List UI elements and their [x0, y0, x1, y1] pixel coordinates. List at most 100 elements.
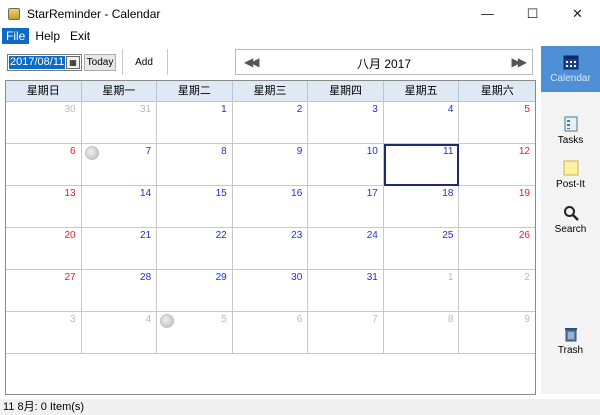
day-number: 21	[140, 230, 152, 241]
month-navigator: ◀◀ ▶▶ 八月 2017	[235, 49, 533, 75]
sidebar-item-label: Post-It	[556, 179, 585, 190]
calendar-day[interactable]: 29	[157, 270, 233, 312]
date-picker-input[interactable]: 2017/08/11 ▦	[7, 54, 82, 71]
sidebar-item-calendar[interactable]: Calendar	[541, 46, 600, 92]
day-number: 18	[442, 188, 454, 199]
calendar-day[interactable]: 21	[81, 228, 158, 270]
sidebar-item-search[interactable]: Search	[541, 197, 600, 243]
calendar-day[interactable]: 5	[459, 102, 535, 144]
calendar-day[interactable]: 17	[308, 186, 384, 228]
day-number: 3	[70, 314, 76, 325]
today-button[interactable]: Today	[84, 54, 116, 71]
calendar-day[interactable]: 5	[157, 312, 233, 354]
calendar-day[interactable]: 2	[459, 270, 535, 312]
day-number: 16	[291, 188, 303, 199]
day-number: 4	[145, 314, 152, 325]
calendar-day[interactable]: 30	[232, 270, 309, 312]
calendar-day[interactable]: 13	[6, 186, 82, 228]
weekday-label: 星期日	[6, 81, 82, 101]
calendar-day[interactable]: 9	[459, 312, 535, 354]
status-bar: 11 8月: 0 Item(s)	[0, 399, 600, 415]
calendar-day[interactable]: 31	[81, 102, 158, 144]
calendar-day[interactable]: 8	[383, 312, 460, 354]
day-number: 1	[447, 272, 454, 283]
tasks-icon	[564, 116, 577, 132]
calendar-day[interactable]: 19	[459, 186, 535, 228]
day-number: 7	[145, 146, 152, 157]
sidebar-item-tasks[interactable]: Tasks	[541, 108, 600, 154]
calendar-day[interactable]: 18	[383, 186, 460, 228]
calendar-day[interactable]: 8	[157, 144, 233, 186]
day-number: 10	[366, 146, 378, 157]
calendar-day[interactable]: 16	[232, 186, 309, 228]
weekday-label: 星期三	[233, 81, 309, 101]
day-number: 2	[524, 272, 530, 283]
calendar-day[interactable]: 7	[81, 144, 158, 186]
calendar-day[interactable]: 23	[232, 228, 309, 270]
day-number: 11	[443, 146, 454, 157]
maximize-button[interactable]: ☐	[510, 0, 555, 27]
day-number: 9	[524, 314, 530, 325]
day-number: 31	[366, 272, 378, 283]
calendar-day[interactable]: 14	[81, 186, 158, 228]
sidebar: Calendar Tasks Post-It Search Trash	[541, 46, 600, 394]
calendar-day[interactable]: 10	[308, 144, 384, 186]
menu-exit[interactable]: Exit	[66, 28, 94, 44]
calendar-day[interactable]: 15	[157, 186, 233, 228]
weekday-label: 星期六	[480, 85, 514, 97]
day-number: 25	[442, 230, 454, 241]
day-number: 7	[372, 314, 378, 325]
calendar-day[interactable]: 24	[308, 228, 384, 270]
calendar-day[interactable]: 4	[81, 312, 158, 354]
date-value[interactable]: 2017/08/11	[9, 56, 66, 69]
sidebar-item-post-it[interactable]: Post-It	[541, 152, 600, 198]
calendar-day[interactable]: 2	[232, 102, 309, 144]
minimize-button[interactable]: —	[465, 0, 510, 27]
sidebar-item-label: Tasks	[557, 135, 584, 146]
calendar-day[interactable]: 4	[383, 102, 460, 144]
calendar-day[interactable]: 20	[6, 228, 82, 270]
calendar-day[interactable]: 22	[157, 228, 233, 270]
day-number: 3	[372, 104, 378, 115]
weekday-label: 星期五	[384, 81, 460, 101]
day-number: 28	[140, 272, 152, 283]
calendar-day[interactable]: 7	[308, 312, 384, 354]
calendar-day[interactable]: 1	[383, 270, 460, 312]
calendar-day[interactable]: 12	[459, 144, 535, 186]
day-number: 31	[140, 104, 152, 115]
menu-file[interactable]: File	[2, 28, 30, 44]
add-button[interactable]: Add	[126, 54, 162, 71]
day-number: 8	[221, 146, 227, 157]
calendar-day[interactable]: 3	[6, 312, 82, 354]
calendar-day[interactable]: 26	[459, 228, 535, 270]
calendar-day[interactable]: 6	[6, 144, 82, 186]
day-number: 6	[70, 146, 76, 157]
weekday-header: 星期日 星期一 星期二 星期三 星期四 星期五 星期六	[6, 81, 535, 102]
sidebar-item-label: Calendar	[550, 73, 591, 84]
calendar-day[interactable]: 9	[232, 144, 309, 186]
sidebar-item-trash[interactable]: Trash	[541, 318, 600, 364]
weekday-label: 星期二	[157, 81, 233, 101]
day-number: 8	[447, 314, 454, 325]
calendar-dropdown-icon[interactable]: ▦	[66, 56, 80, 69]
day-number: 26	[518, 230, 530, 241]
day-number: 5	[221, 314, 227, 325]
title-bar: StarReminder - Calendar — ☐ ✕	[0, 0, 600, 27]
close-button[interactable]: ✕	[555, 0, 600, 27]
calendar-day[interactable]: 1	[157, 102, 233, 144]
calendar-day[interactable]: 27	[6, 270, 82, 312]
menu-help[interactable]: Help	[31, 28, 64, 44]
day-number: 29	[215, 272, 227, 283]
calendar-day[interactable]: 3	[308, 102, 384, 144]
sidebar-item-label: Trash	[557, 345, 584, 356]
month-label: 八月 2017	[356, 57, 412, 71]
calendar-days: 30 31 1 2 3 4 5 6 7 8 9 10 11 12 13 14 15 16 17 18 19 20 21 22 2…	[6, 102, 535, 354]
calendar-day[interactable]: 25	[383, 228, 460, 270]
day-number: 27	[64, 272, 76, 283]
calendar-day[interactable]: 31	[308, 270, 384, 312]
calendar-day[interactable]: 6	[232, 312, 309, 354]
calendar-day[interactable]: 30	[6, 102, 82, 144]
day-number: 19	[518, 188, 530, 199]
calendar-day[interactable]: 28	[81, 270, 158, 312]
calendar-day-selected[interactable]: 11	[383, 144, 460, 186]
